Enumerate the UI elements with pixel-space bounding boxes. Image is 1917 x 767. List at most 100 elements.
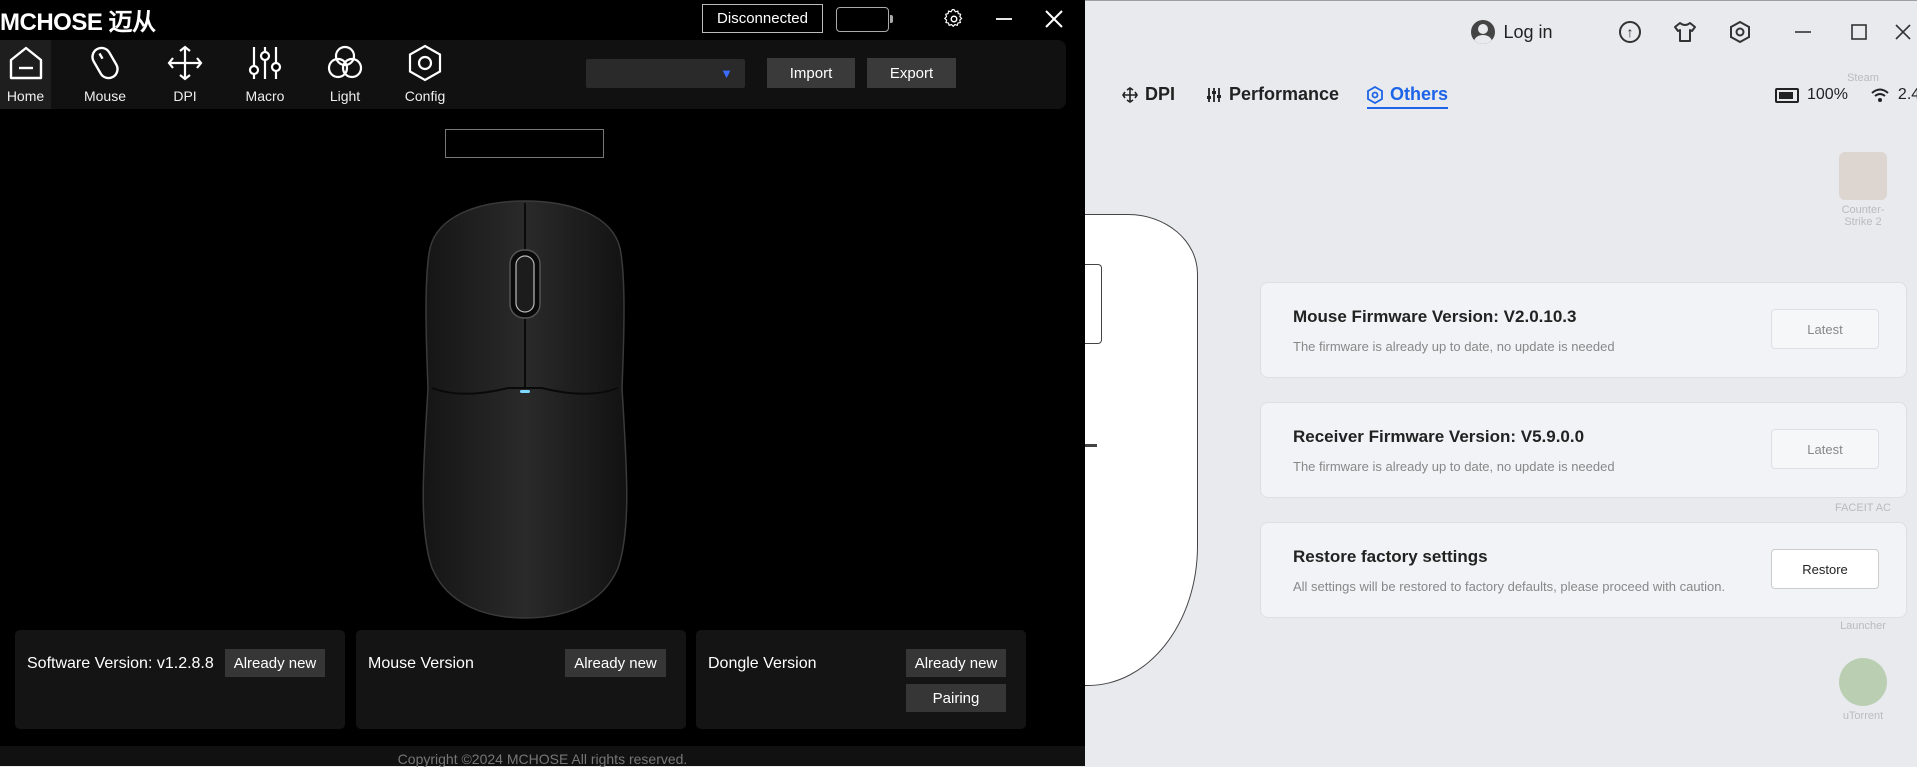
dpi-icon <box>1122 86 1138 103</box>
restore-factory-card: Restore factory settings All settings wi… <box>1260 522 1907 618</box>
nav-dpi[interactable]: DPI <box>146 40 224 109</box>
dongle-version-card: Dongle Version Already new Pairing <box>696 630 1026 729</box>
mouse-version-label: Mouse Version <box>368 655 474 672</box>
receiver-firmware-title: Receiver Firmware Version: V5.9.0.0 <box>1293 427 1585 446</box>
minimize-button[interactable] <box>1785 16 1821 48</box>
tab-performance-label: Performance <box>1229 84 1340 104</box>
desktop-item-utorrent[interactable]: uTorrent <box>1833 658 1893 722</box>
mouse-icon <box>91 46 119 80</box>
dongle-update-button[interactable]: Already new <box>906 649 1006 677</box>
nav-config[interactable]: Config <box>386 40 464 109</box>
mchose-app-window: MCHOSE 迈从 Disconnected Home Mouse DPI Ma… <box>0 0 1085 767</box>
nav-macro[interactable]: Macro <box>226 40 304 109</box>
window-edge <box>1085 0 1917 1</box>
receiver-firmware-card: Receiver Firmware Version: V5.9.0.0 The … <box>1260 402 1907 498</box>
nav-light[interactable]: Light <box>306 40 384 109</box>
login-label: Log in <box>1503 21 1553 42</box>
desktop-item-label: Launcher <box>1840 620 1886 632</box>
mouse-wheel-outline <box>1085 264 1102 344</box>
tab-others[interactable]: Others <box>1367 84 1449 109</box>
utorrent-icon <box>1839 658 1887 706</box>
desktop-item-label: Steam <box>1847 72 1879 84</box>
cs2-icon <box>1839 152 1887 200</box>
receiver-firmware-desc: The firmware is already up to date, no u… <box>1293 459 1615 474</box>
home-icon <box>9 46 42 80</box>
profile-dropdown[interactable]: ▼ <box>586 59 745 88</box>
connection-status: Disconnected <box>702 4 823 33</box>
light-icon <box>327 45 363 79</box>
close-button[interactable] <box>1038 5 1070 33</box>
nav-home[interactable]: Home <box>0 40 51 109</box>
restore-factory-title: Restore factory settings <box>1293 547 1488 566</box>
arrow-up-icon: ↑ <box>1619 21 1641 43</box>
mouse-side-line <box>1085 444 1097 447</box>
restore-button[interactable]: Restore <box>1771 549 1879 589</box>
skin-button[interactable] <box>1669 16 1701 48</box>
desktop-item-label: FACEIT AC <box>1834 502 1892 514</box>
desktop-item-label: Counter-Strike 2 <box>1841 204 1885 228</box>
software-version-card: Software Version: v1.2.8.8 Already new <box>15 630 345 729</box>
nav-home-label: Home <box>6 88 45 104</box>
login-button[interactable]: Log in <box>1467 16 1557 48</box>
dpi-icon <box>167 45 203 81</box>
desktop-item-faceit[interactable]: FACEIT AC <box>1833 502 1893 514</box>
mouse-update-button[interactable]: Already new <box>565 649 666 677</box>
close-button[interactable] <box>1893 16 1917 48</box>
battery-icon <box>1775 87 1799 103</box>
tab-others-label: Others <box>1390 84 1449 104</box>
background-mouse-app-window: Log in ↑ DPI Performance Others 100% 2.4… <box>1085 0 1917 766</box>
mouse-version-card: Mouse Version Already new <box>356 630 686 729</box>
nav-mouse-label: Mouse <box>83 88 127 104</box>
restore-factory-desc: All settings will be restored to factory… <box>1293 579 1726 594</box>
battery-level: 100% <box>1807 86 1848 103</box>
tshirt-icon <box>1674 22 1696 42</box>
software-update-button[interactable]: Already new <box>225 649 325 677</box>
desktop-item-steam[interactable]: Steam <box>1833 72 1893 84</box>
import-button[interactable]: Import <box>767 58 855 88</box>
desktop-item-label: uTorrent <box>1842 710 1884 722</box>
tab-performance[interactable]: Performance <box>1206 84 1339 105</box>
config-icon <box>408 44 442 82</box>
desktop-item-cs2[interactable]: Counter-Strike 2 <box>1833 152 1893 228</box>
close-icon <box>1895 24 1911 40</box>
nav-macro-label: Macro <box>245 88 285 104</box>
device-status: 100% 2.4G <box>1775 86 1917 104</box>
tab-dpi-label: DPI <box>1145 84 1176 104</box>
upload-button[interactable]: ↑ <box>1614 16 1646 48</box>
software-version-label: Software Version: v1.2.8.8 <box>27 655 214 672</box>
profile-name-input[interactable] <box>445 129 604 158</box>
mchose-logo: MCHOSE 迈从 <box>0 9 156 36</box>
nav-light-label: Light <box>329 88 361 104</box>
maximize-button[interactable] <box>1841 16 1877 48</box>
gear-icon <box>943 9 963 28</box>
user-icon <box>1471 20 1496 44</box>
minimize-icon <box>996 18 1012 20</box>
macro-icon <box>248 47 282 79</box>
settings-button[interactable] <box>938 5 970 33</box>
battery-indicator <box>836 7 893 32</box>
maximize-icon <box>1851 24 1867 40</box>
hexagon-settings-icon <box>1730 20 1750 44</box>
hexagon-icon <box>1367 85 1383 104</box>
dropdown-arrow-icon: ▼ <box>720 66 733 81</box>
sliders-icon <box>1207 87 1221 102</box>
tab-dpi[interactable]: DPI <box>1122 84 1175 105</box>
receiver-firmware-latest-button[interactable]: Latest <box>1771 429 1879 469</box>
minimize-button[interactable] <box>988 5 1020 33</box>
mouse-firmware-title: Mouse Firmware Version: V2.0.10.3 <box>1293 307 1577 326</box>
dongle-version-label: Dongle Version <box>708 655 817 672</box>
desktop-item-launcher[interactable]: Launcher <box>1833 620 1893 632</box>
wifi-icon <box>1871 88 1889 102</box>
nav-config-label: Config <box>404 88 446 104</box>
pairing-button[interactable]: Pairing <box>906 684 1006 712</box>
copyright-footer: Copyright ©2024 MCHOSE All rights reserv… <box>0 746 1085 767</box>
settings-button[interactable] <box>1724 16 1756 48</box>
wireless-mode: 2.4G <box>1897 86 1917 103</box>
export-button[interactable]: Export <box>867 58 956 88</box>
nav-mouse[interactable]: Mouse <box>66 40 144 109</box>
mouse-image <box>422 200 628 619</box>
mouse-firmware-latest-button[interactable]: Latest <box>1771 309 1879 349</box>
close-icon <box>1045 10 1063 28</box>
minimize-icon <box>1795 31 1811 33</box>
mouse-firmware-desc: The firmware is already up to date, no u… <box>1293 339 1615 354</box>
